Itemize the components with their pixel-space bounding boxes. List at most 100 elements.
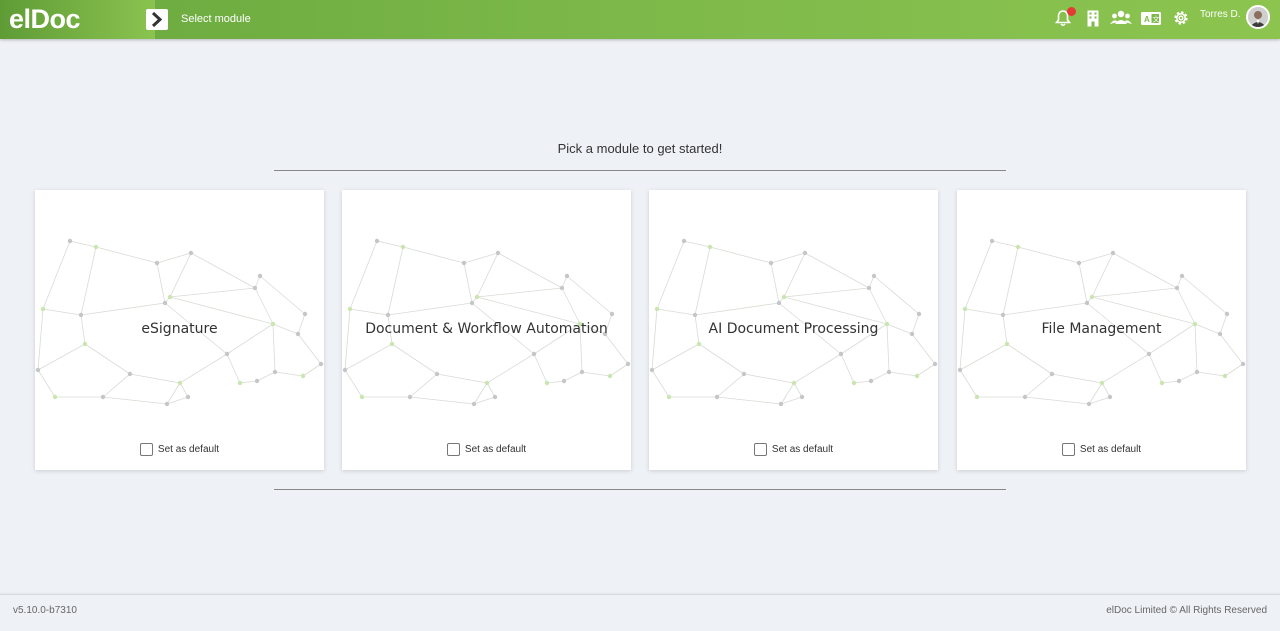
network-line [169, 252, 192, 298]
default-checkbox[interactable] [446, 443, 460, 456]
default-label: Set as default [1079, 444, 1142, 455]
network-line [1017, 246, 1080, 264]
network-line [991, 240, 1019, 248]
network-node [400, 244, 406, 250]
avatar[interactable] [1246, 5, 1270, 29]
menu-toggle-button[interactable] [146, 9, 168, 30]
network-line [497, 252, 563, 289]
network-node [1240, 361, 1246, 367]
network-line [1219, 333, 1244, 365]
network-line [911, 333, 936, 365]
network-line [804, 252, 870, 289]
network-line [1112, 252, 1178, 289]
network-line [259, 275, 306, 315]
network-node [164, 401, 170, 407]
user-name[interactable]: Torres D. [1200, 9, 1241, 20]
network-line [566, 275, 613, 315]
users-button[interactable] [1110, 9, 1134, 29]
network-node [866, 285, 872, 291]
network-node [1110, 250, 1116, 256]
network-line [156, 252, 192, 264]
network-node [778, 401, 784, 407]
network-node [851, 380, 857, 386]
network-line [436, 373, 488, 384]
version-label: v5.10.0-b7310 [13, 605, 77, 616]
network-line [1051, 373, 1103, 384]
network-node [1089, 294, 1095, 300]
network-line [1176, 287, 1196, 325]
network-node [1076, 260, 1082, 266]
network-line [1101, 353, 1150, 384]
notifications-button[interactable] [1054, 7, 1076, 29]
network-line [102, 396, 168, 405]
translation-button[interactable]: A文 [1140, 9, 1162, 29]
network-line [1091, 287, 1178, 298]
network-node [272, 369, 278, 375]
module-card-esignature[interactable]: eSignature Set as default [35, 190, 324, 470]
network-node [868, 378, 874, 384]
network-node [1015, 244, 1021, 250]
network-line [716, 373, 745, 398]
network-node [254, 378, 260, 384]
network-line [853, 380, 872, 384]
organization-button[interactable] [1084, 9, 1104, 29]
network-line [1091, 252, 1114, 298]
network-node [932, 361, 938, 367]
network-line [698, 343, 745, 375]
settings-button[interactable] [1172, 9, 1192, 29]
network-node [67, 238, 73, 244]
module-title: Document & Workflow Automation [365, 321, 608, 337]
network-line [964, 240, 993, 310]
network-line [387, 246, 404, 316]
default-checkbox[interactable] [1061, 443, 1075, 456]
module-card-file-management[interactable]: File Management Set as default [957, 190, 1246, 470]
network-line [95, 246, 158, 264]
network-node [802, 250, 808, 256]
network-node [1224, 311, 1230, 317]
network-node [82, 341, 88, 347]
network-line [156, 262, 166, 304]
network-line [344, 369, 363, 398]
network-line [546, 380, 565, 384]
default-checkbox[interactable] [753, 443, 767, 456]
default-label: Set as default [157, 444, 220, 455]
network-line [42, 308, 82, 316]
network-node [78, 312, 84, 318]
network-node [776, 300, 782, 306]
network-node [609, 311, 615, 317]
network-node [1086, 401, 1092, 407]
network-node [681, 238, 687, 244]
network-node [768, 260, 774, 266]
network-line [793, 353, 842, 384]
network-node [154, 260, 160, 266]
network-line [1224, 363, 1244, 377]
network-node [93, 244, 99, 250]
network-line [964, 308, 1004, 316]
module-card-workflow[interactable]: Document & Workflow Automation Set as de… [342, 190, 631, 470]
network-node [35, 367, 41, 373]
footer: v5.10.0-b7310 elDoc Limited © All Rights… [0, 594, 1280, 625]
network-line [80, 302, 166, 316]
network-line [868, 287, 888, 325]
module-card-ai-processing[interactable]: AI Document Processing Set as default [649, 190, 938, 470]
users-icon [1110, 10, 1132, 24]
network-node [561, 378, 567, 384]
network-node [916, 311, 922, 317]
network-line [254, 287, 274, 325]
network-line [840, 353, 855, 384]
network-node [461, 260, 467, 266]
network-line [780, 396, 803, 405]
default-checkbox[interactable] [139, 443, 153, 456]
network-line [1002, 302, 1088, 316]
network-line [1161, 380, 1180, 384]
network-line [609, 363, 629, 377]
network-node [162, 300, 168, 306]
network-node [838, 351, 844, 357]
network-line [743, 373, 795, 384]
set-default-control: Set as default [957, 443, 1246, 456]
network-node [40, 306, 46, 312]
network-node [342, 367, 348, 373]
network-node [564, 273, 570, 279]
network-node [531, 351, 537, 357]
logo[interactable]: elDoc [9, 4, 81, 35]
